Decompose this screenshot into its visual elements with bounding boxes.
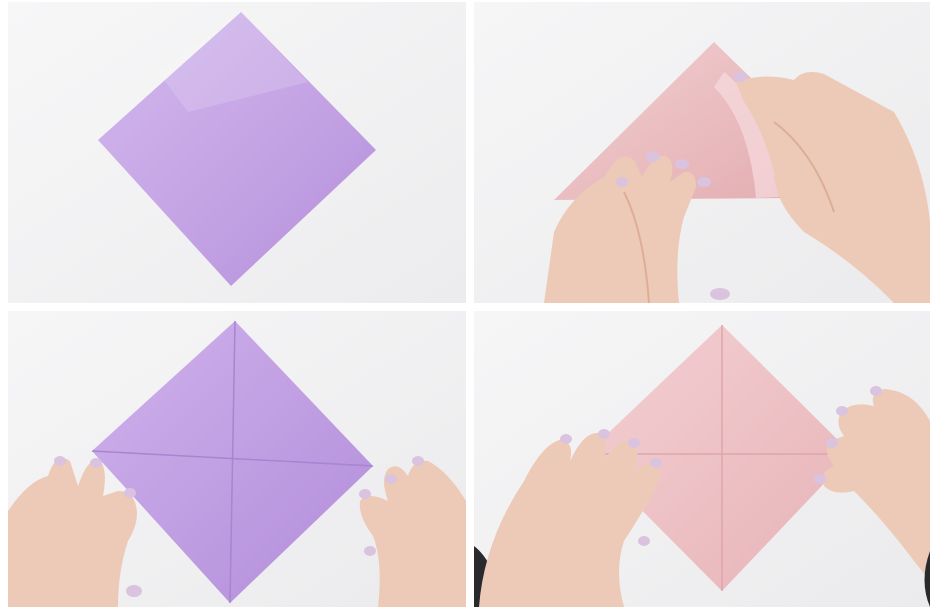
- step-4-illustration: [474, 311, 930, 607]
- photo-step-3: [8, 311, 466, 607]
- photo-step-4: [474, 311, 930, 607]
- step-1-illustration: [8, 2, 466, 303]
- photo-step-2: [474, 2, 930, 303]
- fingertip-nail: [710, 288, 730, 300]
- photo-step-1: [8, 2, 466, 303]
- photo-grid: [0, 0, 932, 607]
- step-3-illustration: [8, 311, 466, 607]
- step-2-illustration: [474, 2, 930, 303]
